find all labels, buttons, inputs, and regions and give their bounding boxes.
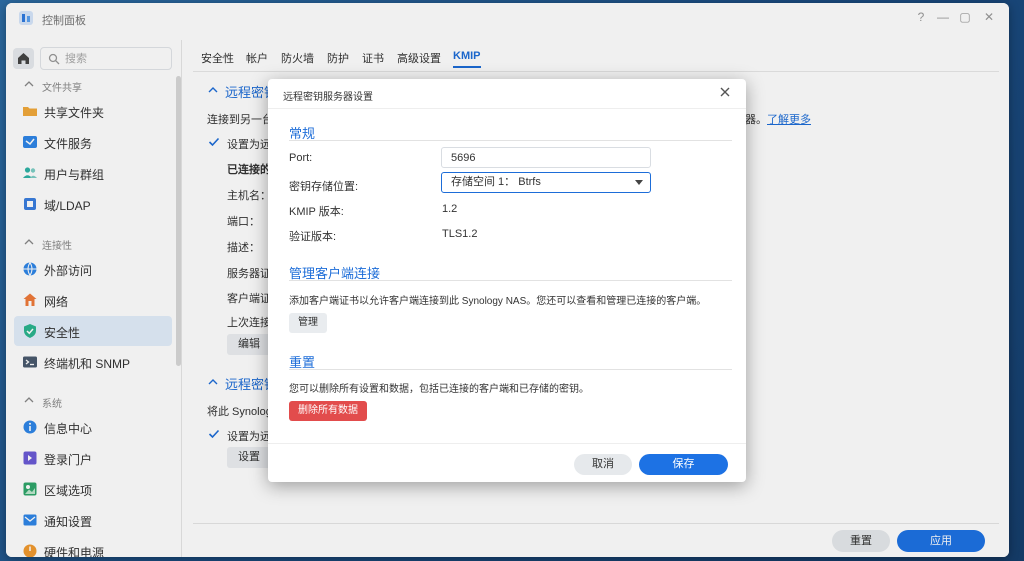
manage-button[interactable]: 管理 bbox=[289, 313, 327, 333]
storage-location-select[interactable]: 存储空间 1： Btrfs bbox=[441, 172, 651, 193]
dialog-title-divider bbox=[268, 108, 746, 109]
port-input[interactable] bbox=[441, 147, 651, 168]
dialog-title: 远程密钥服务器设置 bbox=[283, 92, 373, 103]
storage-location-value: 存储空间 1： Btrfs bbox=[451, 176, 541, 188]
reset-divider bbox=[289, 369, 732, 370]
kmip-server-settings-dialog: 远程密钥服务器设置 常规 Port: 密钥存储位置: 存储空间 1： Btrfs… bbox=[268, 79, 746, 482]
reset-description: 您可以删除所有设置和数据，包括已连接的客户端和已存储的密钥。 bbox=[289, 384, 589, 395]
close-icon[interactable] bbox=[719, 86, 731, 98]
kmip-version-value: 1.2 bbox=[442, 203, 458, 215]
general-divider bbox=[289, 140, 732, 141]
storage-location-label: 密钥存储位置: bbox=[289, 181, 359, 193]
delete-all-data-button[interactable]: 删除所有数据 bbox=[289, 401, 367, 421]
port-label: Port: bbox=[289, 152, 313, 164]
cancel-button[interactable]: 取消 bbox=[574, 454, 632, 475]
kmip-version-label: KMIP 版本: bbox=[289, 206, 344, 218]
save-button[interactable]: 保存 bbox=[639, 454, 728, 475]
manage-divider bbox=[289, 280, 732, 281]
dropdown-caret-icon bbox=[635, 180, 643, 185]
verify-version-value: TLS1.2 bbox=[442, 228, 478, 240]
verify-version-label: 验证版本: bbox=[289, 231, 337, 243]
dialog-footer-divider bbox=[268, 443, 746, 444]
manage-clients-description: 添加客户端证书以允许客户端连接到此 Synology NAS。您还可以查看和管理… bbox=[289, 296, 707, 307]
